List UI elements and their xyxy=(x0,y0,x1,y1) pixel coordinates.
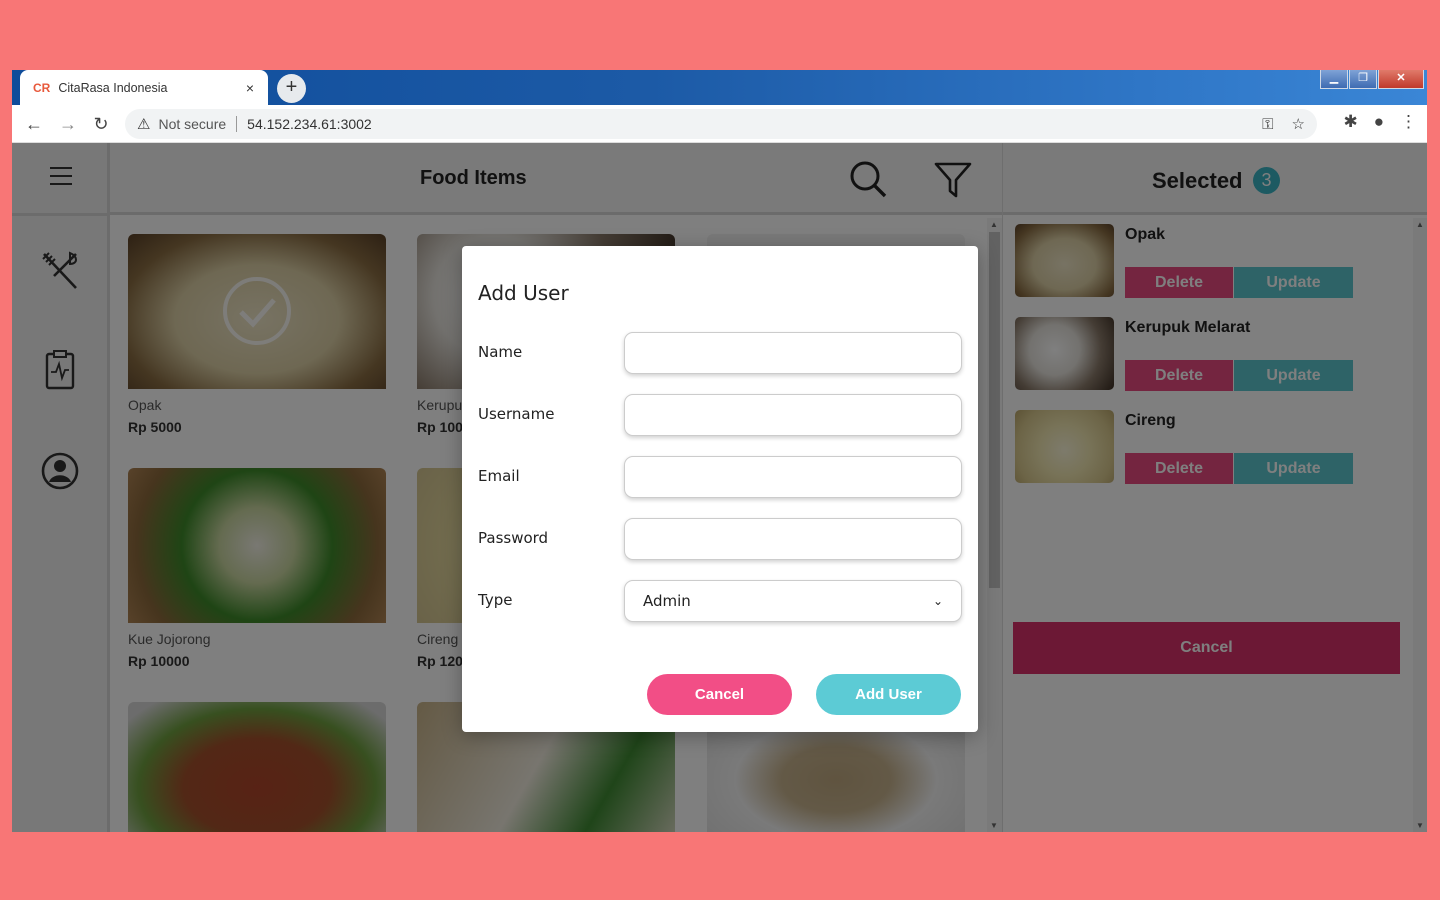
new-tab-button[interactable]: + xyxy=(277,74,306,103)
name-row: Name xyxy=(478,332,962,374)
profile-icon[interactable]: ● xyxy=(1374,112,1384,132)
type-select[interactable]: Admin ⌄ xyxy=(624,580,962,622)
back-arrow-icon[interactable]: ← xyxy=(22,112,46,136)
browser-tab[interactable]: CR CitaRasa Indonesia × xyxy=(20,70,268,105)
password-row: Password xyxy=(478,518,962,560)
email-row: Email xyxy=(478,456,962,498)
kebab-menu-icon[interactable]: ⋮ xyxy=(1400,112,1417,132)
minimize-button[interactable]: ▁ xyxy=(1320,70,1348,89)
dialog-title: Add User xyxy=(478,281,569,305)
cancel-button[interactable]: Cancel xyxy=(647,674,792,715)
title-bar: CR CitaRasa Indonesia × + ▁ ❐ ✕ xyxy=(12,70,1427,105)
window-controls: ▁ ❐ ✕ xyxy=(1319,70,1424,89)
forward-arrow-icon[interactable]: → xyxy=(56,112,80,136)
username-label: Username xyxy=(478,405,555,423)
reload-icon[interactable]: ↻ xyxy=(89,112,113,136)
chevron-down-icon: ⌄ xyxy=(932,594,943,608)
not-secure-label[interactable]: Not secure xyxy=(158,116,226,132)
address-bar: ← → ↻ ⚠ Not secure 54.152.234.61:3002 ⚿ … xyxy=(12,105,1427,143)
star-icon[interactable]: ☆ xyxy=(1292,115,1305,133)
type-row: Type Admin ⌄ xyxy=(478,580,962,622)
email-input[interactable] xyxy=(624,456,962,498)
url-omnibox[interactable]: ⚠ Not secure 54.152.234.61:3002 ⚿ ☆ xyxy=(125,109,1317,139)
tab-close-icon[interactable]: × xyxy=(242,80,258,96)
password-input[interactable] xyxy=(624,518,962,560)
name-label: Name xyxy=(478,343,523,361)
key-icon[interactable]: ⚿ xyxy=(1262,116,1273,133)
divider xyxy=(236,116,238,132)
email-label: Email xyxy=(478,467,520,485)
url-text[interactable]: 54.152.234.61:3002 xyxy=(247,116,372,132)
type-label: Type xyxy=(478,591,513,609)
tab-title: CitaRasa Indonesia xyxy=(58,80,168,95)
warning-icon[interactable]: ⚠ xyxy=(137,115,150,133)
extensions-icon[interactable]: ✱ xyxy=(1343,112,1357,132)
tab-favicon: CR xyxy=(33,80,51,95)
name-input[interactable] xyxy=(624,332,962,374)
username-input[interactable] xyxy=(624,394,962,436)
restore-button[interactable]: ❐ xyxy=(1349,70,1377,89)
password-label: Password xyxy=(478,529,549,547)
username-row: Username xyxy=(478,394,962,436)
add-user-dialog: Add User Name Username Email Password Ty… xyxy=(462,246,978,732)
add-user-button[interactable]: Add User xyxy=(816,674,961,715)
type-selected-value: Admin xyxy=(643,592,691,610)
close-window-button[interactable]: ✕ xyxy=(1378,70,1424,89)
